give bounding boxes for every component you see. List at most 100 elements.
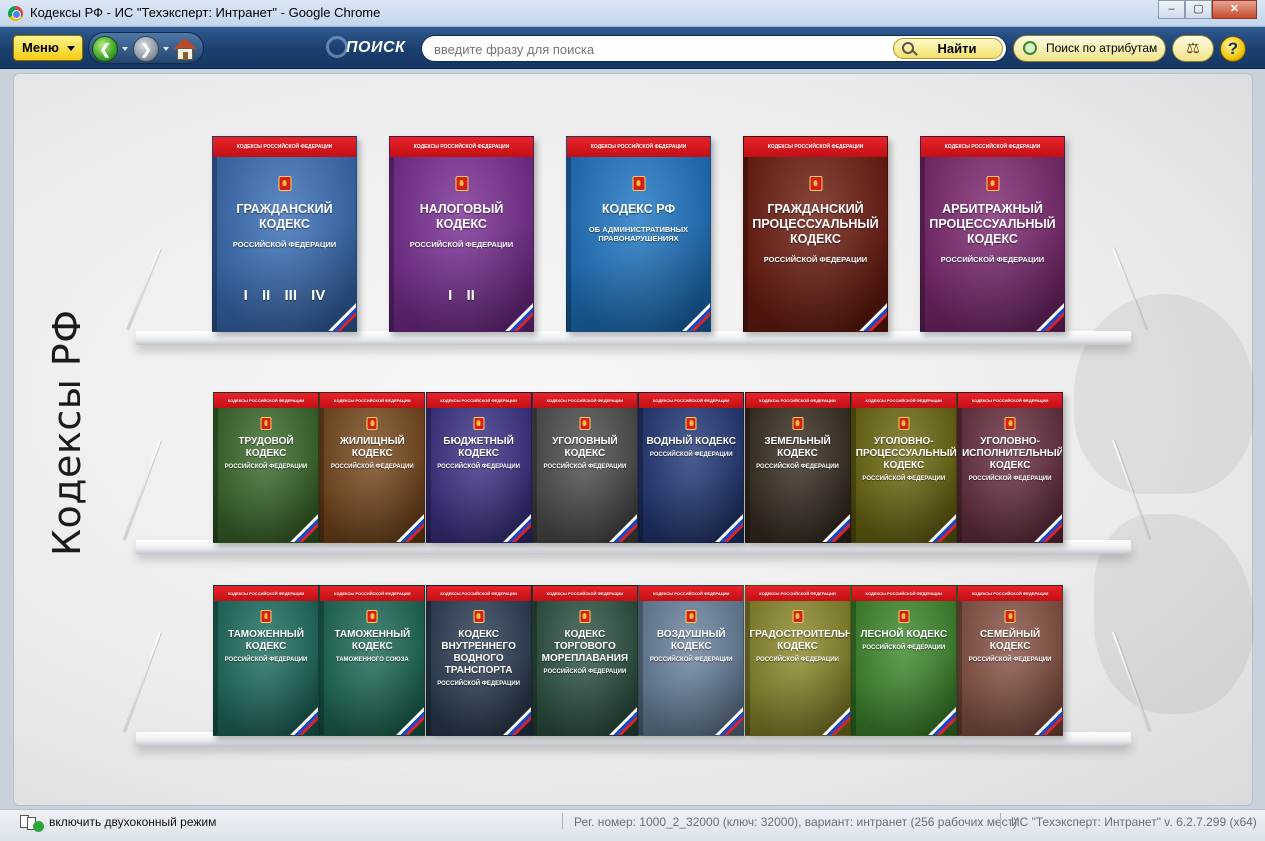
dual-mode-toggle[interactable]: включить двухоконный режим — [49, 815, 216, 829]
book-title: ТАМОЖЕННЫЙ КОДЕКС — [228, 629, 304, 652]
search-input[interactable] — [434, 40, 884, 58]
codex-book[interactable]: КОДЕКСЫ РОССИЙСКОЙ ФЕДЕРАЦИИ УГОЛОВНЫЙ КО… — [531, 392, 638, 543]
book-subtitle: РОССИЙСКОЙ ФЕДЕРАЦИИ — [763, 255, 868, 264]
book-series-band: КОДЕКСЫ РОССИЙСКОЙ ФЕДЕРАЦИИ — [744, 137, 887, 157]
back-button[interactable]: ❮ — [92, 36, 118, 62]
book-series-band: КОДЕКСЫ РОССИЙСКОЙ ФЕДЕРАЦИИ — [214, 393, 318, 408]
book-series-band: КОДЕКСЫ РОССИЙСКОЙ ФЕДЕРАЦИИ — [745, 393, 850, 408]
book-subtitle: РОССИЙСКОЙ ФЕДЕРАЦИИ — [756, 657, 839, 663]
book-series-band: КОДЕКСЫ РОССИЙСКОЙ ФЕДЕРАЦИИ — [851, 586, 956, 601]
forward-history-dropdown[interactable] — [163, 47, 169, 51]
book-subtitle: РОССИЙСКОЙ ФЕДЕРАЦИИ — [330, 464, 414, 470]
codex-book[interactable]: КОДЕКСЫ РОССИЙСКОЙ ФЕДЕРАЦИИ УГОЛОВНО-ИСП… — [957, 392, 1064, 543]
codex-book[interactable]: КОДЕКСЫ РОССИЙСКОЙ ФЕДЕРАЦИИ ЛЕСНОЙ КОДЕК… — [850, 585, 957, 736]
book-title: СЕМЕЙНЫЙ КОДЕКС — [979, 629, 1041, 652]
book-title: УГОЛОВНО-ИСПОЛНИТЕЛЬНЫЙ КОДЕКС — [962, 436, 1064, 471]
book-subtitle: РОССИЙСКОЙ ФЕДЕРАЦИИ — [862, 645, 946, 651]
find-button[interactable]: Найти — [893, 38, 1003, 59]
coat-of-arms-icon — [366, 417, 378, 430]
codex-book[interactable]: КОДЕКСЫ РОССИЙСКОЙ ФЕДЕРАЦИИ КОДЕКС ТОРГО… — [531, 585, 638, 736]
book-title: АРБИТРАЖНЫЙ ПРОЦЕССУАЛЬНЫЙ КОДЕКС — [929, 202, 1056, 246]
book-title: ЛЕСНОЙ КОДЕКС — [860, 629, 948, 640]
scales-button[interactable]: ⚖ — [1172, 35, 1214, 62]
codex-book[interactable]: КОДЕКСЫ РОССИЙСКОЙ ФЕДЕРАЦИИ ТРУДОВОЙ КОД… — [213, 392, 319, 543]
book-series-band: КОДЕКСЫ РОССИЙСКОЙ ФЕДЕРАЦИИ — [639, 586, 744, 601]
book-series-band: КОДЕКСЫ РОССИЙСКОЙ ФЕДЕРАЦИИ — [958, 586, 1063, 601]
window-titlebar: Кодексы РФ - ИС "Техэксперт: Интранет" -… — [0, 0, 1265, 27]
book-series-band: КОДЕКСЫ РОССИЙСКОЙ ФЕДЕРАЦИИ — [639, 393, 744, 408]
coat-of-arms-icon — [792, 417, 803, 430]
main-toolbar: Меню ❮ ❯ ПОИСК Найти Поиск по атрибутам … — [0, 27, 1265, 69]
codex-book[interactable]: КОДЕКСЫ РОССИЙСКОЙ ФЕДЕРАЦИИ ГРАЖДАНСКИЙ … — [212, 136, 357, 332]
book-series-band: КОДЕКСЫ РОССИЙСКОЙ ФЕДЕРАЦИИ — [213, 137, 356, 157]
home-button[interactable] — [172, 36, 198, 62]
book-title: КОДЕКС РФ — [601, 202, 676, 216]
codex-book[interactable]: КОДЕКСЫ РОССИЙСКОЙ ФЕДЕРАЦИИ ЗЕМЕЛЬНЫЙ КО… — [744, 392, 851, 543]
book-volumes: I II — [448, 287, 475, 304]
minimize-button[interactable]: ‒ — [1158, 0, 1185, 19]
book-subtitle: РОССИЙСКОЙ ФЕДЕРАЦИИ — [437, 681, 520, 687]
book-title: ГРАДОСТРОИТЕЛЬНЫЙ КОДЕКС — [749, 629, 850, 652]
attribute-search-icon — [1023, 41, 1037, 55]
attribute-search-button[interactable]: Поиск по атрибутам — [1013, 35, 1166, 62]
book-subtitle: РОССИЙСКОЙ ФЕДЕРАЦИИ — [968, 476, 1052, 482]
forward-button[interactable]: ❯ — [133, 36, 159, 62]
coat-of-arms-icon — [579, 610, 591, 623]
coat-of-arms-icon — [685, 417, 697, 430]
codex-book[interactable]: КОДЕКСЫ РОССИЙСКОЙ ФЕДЕРАЦИИ ВОЗДУШНЫЙ КО… — [638, 585, 745, 736]
window-controls: ‒ ▢ ✕ — [1158, 0, 1257, 19]
window-title: Кодексы РФ - ИС "Техэксперт: Интранет" -… — [30, 5, 381, 20]
book-title: ТРУДОВОЙ КОДЕКС — [238, 436, 294, 459]
coat-of-arms-icon — [579, 417, 591, 430]
coat-of-arms-icon — [260, 610, 272, 623]
book-subtitle: ТАМОЖЕННОГО СОЮЗА — [335, 657, 409, 663]
codex-book[interactable]: КОДЕКСЫ РОССИЙСКОЙ ФЕДЕРАЦИИ БЮДЖЕТНЫЙ КО… — [425, 392, 532, 543]
navigation-group: ❮ ❯ — [88, 32, 204, 64]
book-title: НАЛОГОВЫЙ КОДЕКС — [419, 202, 504, 231]
book-series-band: КОДЕКСЫ РОССИЙСКОЙ ФЕДЕРАЦИИ — [745, 586, 850, 601]
magnifier-icon — [326, 36, 348, 58]
coat-of-arms-icon — [809, 176, 822, 191]
watermark-shape-top — [1074, 294, 1254, 494]
codex-book[interactable]: КОДЕКСЫ РОССИЙСКОЙ ФЕДЕРАЦИИ КОДЕКС РФ ОБ … — [566, 136, 711, 332]
coat-of-arms-icon — [260, 417, 272, 430]
codex-book[interactable]: КОДЕКСЫ РОССИЙСКОЙ ФЕДЕРАЦИИ УГОЛОВНО-ПРО… — [850, 392, 957, 543]
book-spine — [639, 393, 644, 542]
book-subtitle: РОССИЙСКОЙ ФЕДЕРАЦИИ — [409, 240, 514, 249]
coat-of-arms-icon — [473, 417, 485, 430]
codex-book[interactable]: КОДЕКСЫ РОССИЙСКОЙ ФЕДЕРАЦИИ ТАМОЖЕННЫЙ К… — [319, 585, 426, 736]
coat-of-arms-icon — [1004, 610, 1016, 623]
search-title-text: ПОИСК — [346, 39, 406, 56]
coat-of-arms-icon — [898, 417, 910, 430]
menu-label: Меню — [22, 40, 60, 55]
book-series-band: КОДЕКСЫ РОССИЙСКОЙ ФЕДЕРАЦИИ — [320, 586, 425, 601]
codex-book[interactable]: КОДЕКСЫ РОССИЙСКОЙ ФЕДЕРАЦИИ СЕМЕЙНЫЙ КОД… — [957, 585, 1064, 736]
book-title: ЗЕМЕЛЬНЫЙ КОДЕКС — [764, 436, 831, 459]
play-icon — [33, 821, 44, 832]
shelf-top — [136, 331, 1131, 345]
book-subtitle: РОССИЙСКОЙ ФЕДЕРАЦИИ — [224, 657, 308, 663]
book-series-band: КОДЕКСЫ РОССИЙСКОЙ ФЕДЕРАЦИИ — [958, 393, 1063, 408]
page-title: Кодексы РФ — [45, 309, 89, 556]
menu-button[interactable]: Меню — [13, 35, 83, 61]
maximize-button[interactable]: ▢ — [1185, 0, 1212, 19]
codex-book[interactable]: КОДЕКСЫ РОССИЙСКОЙ ФЕДЕРАЦИИ НАЛОГОВЫЙ КО… — [389, 136, 534, 332]
codex-book[interactable]: КОДЕКСЫ РОССИЙСКОЙ ФЕДЕРАЦИИ ВОДНЫЙ КОДЕК… — [638, 392, 745, 543]
dual-window-button[interactable] — [20, 815, 44, 832]
close-button[interactable]: ✕ — [1212, 0, 1257, 19]
codex-book[interactable]: КОДЕКСЫ РОССИЙСКОЙ ФЕДЕРАЦИИ ТАМОЖЕННЫЙ К… — [213, 585, 319, 736]
back-history-dropdown[interactable] — [122, 47, 128, 51]
codex-book[interactable]: КОДЕКСЫ РОССИЙСКОЙ ФЕДЕРАЦИИ ЖИЛИЩНЫЙ КОД… — [319, 392, 426, 543]
book-subtitle: РОССИЙСКОЙ ФЕДЕРАЦИИ — [649, 657, 733, 663]
coat-of-arms-icon — [278, 176, 291, 191]
registration-info: Рег. номер: 1000_2_32000 (ключ: 32000), … — [574, 815, 1018, 829]
codex-book[interactable]: КОДЕКСЫ РОССИЙСКОЙ ФЕДЕРАЦИИ ГРАДОСТРОИТЕ… — [744, 585, 851, 736]
coat-of-arms-icon — [986, 176, 999, 191]
book-title: ВОДНЫЙ КОДЕКС — [646, 436, 736, 447]
codex-book[interactable]: КОДЕКСЫ РОССИЙСКОЙ ФЕДЕРАЦИИ КОДЕКС ВНУТР… — [425, 585, 532, 736]
codex-book[interactable]: КОДЕКСЫ РОССИЙСКОЙ ФЕДЕРАЦИИ АРБИТРАЖНЫЙ … — [920, 136, 1065, 332]
book-subtitle: РОССИЙСКОЙ ФЕДЕРАЦИИ — [940, 255, 1045, 264]
search-icon — [902, 42, 914, 54]
codex-book[interactable]: КОДЕКСЫ РОССИЙСКОЙ ФЕДЕРАЦИИ ГРАЖДАНСКИЙ … — [743, 136, 888, 332]
help-button[interactable]: ? — [1220, 36, 1246, 62]
